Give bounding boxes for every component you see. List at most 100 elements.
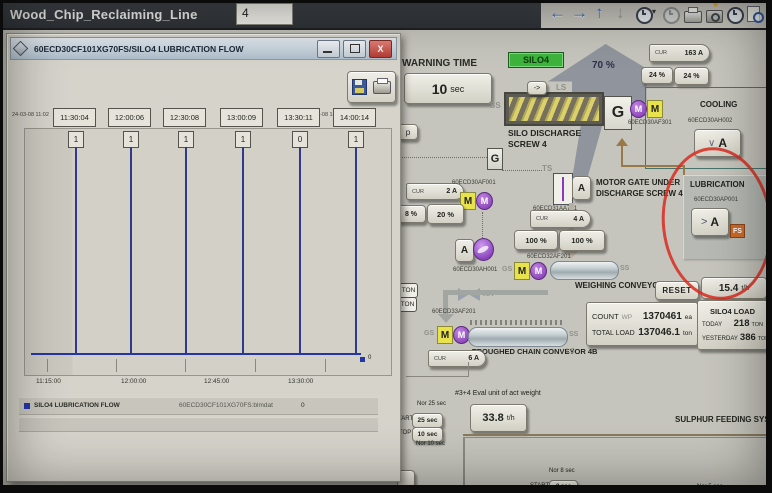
print-report-icon[interactable] xyxy=(373,81,391,94)
dotted-link-left xyxy=(402,157,487,158)
axis-label-3: 12:45:00 xyxy=(204,378,229,385)
pipe-brown-h xyxy=(621,165,684,167)
ts-label: TS xyxy=(542,165,552,174)
trend-window: 60ECD30CF101XG70FS/SILO4 LUBRICATION FLO… xyxy=(6,33,401,482)
trough-link-h xyxy=(406,376,469,377)
nav-back-button[interactable]: ← xyxy=(549,4,566,23)
screw-conveyor-graphic xyxy=(504,92,604,126)
bottom-start-label: START xyxy=(530,483,549,490)
screw-current-readout[interactable]: CUR 163 A xyxy=(649,44,710,62)
nav-forward-button[interactable]: → xyxy=(571,4,588,23)
axis-tick xyxy=(325,359,326,372)
bottom-nor-label: Nor 8 sec xyxy=(549,468,575,475)
cursor-time-4: 13:00:09 xyxy=(220,108,263,127)
maximize-icon xyxy=(350,44,360,53)
snapshot-icon[interactable] xyxy=(706,10,723,23)
screw-name-line1: SILO DISCHARGE xyxy=(508,129,581,138)
current-value-text: 0 xyxy=(368,355,371,362)
yesterday-row: YESTERDAY 386 TON xyxy=(702,332,763,343)
trend-cursor-2[interactable] xyxy=(130,147,132,355)
bottom-start-button[interactable]: 8 sec xyxy=(549,480,578,493)
weighing-pct-actual[interactable]: 100 % xyxy=(559,230,605,251)
dotted-link-down xyxy=(482,212,483,238)
trough-current-readout[interactable]: CUR 6 A xyxy=(428,350,486,367)
zoom-preview-icon[interactable] xyxy=(747,6,760,22)
weighing-current-readout[interactable]: CUR 4 A xyxy=(530,210,591,228)
trend-toolbar xyxy=(347,71,396,103)
cooling-title: COOLING xyxy=(700,101,737,110)
pipe-transfer-h xyxy=(448,290,548,295)
trend-cursor-1[interactable] xyxy=(75,147,77,355)
partial-up-button[interactable]: p xyxy=(398,124,418,140)
fan-icon[interactable] xyxy=(473,238,494,261)
trough-ss-label: SS xyxy=(569,331,578,339)
axis-tick xyxy=(255,359,256,372)
cursor-value-4: 1 xyxy=(235,131,251,148)
print-icon[interactable] xyxy=(684,11,702,23)
trend-left-stamp: 24-03-08 11:02 xyxy=(12,112,49,118)
axis-tick xyxy=(185,359,186,372)
screw-speed-actual[interactable]: 24 % xyxy=(674,67,709,85)
warning-time-button[interactable]: 10 sec xyxy=(404,73,492,104)
counter-panel: COUNT WP 1370461 ea TOTAL LOAD 137046.1 … xyxy=(586,302,698,346)
trend-window-titlebar[interactable]: 60ECD30CF101XG70FS/SILO4 LUBRICATION FLO… xyxy=(10,37,397,60)
trough-ls-label: LS xyxy=(566,348,575,356)
total-load-row: TOTAL LOAD 137046.1 ton xyxy=(592,327,692,338)
legend-row-empty xyxy=(19,417,378,432)
screw-speed-setpoint[interactable]: 24 % xyxy=(641,67,673,84)
legend-row[interactable]: SILO4 LUBRICATION FLOW 60ECD30CF101XG70F… xyxy=(19,397,378,415)
warning-time-label: WARNING TIME xyxy=(402,58,477,69)
weighing-pct-setpoint[interactable]: 100 % xyxy=(514,230,558,250)
trend-plot[interactable]: 1 1 1 1 0 1 0 xyxy=(24,128,392,376)
cursor-time-3: 12:30:08 xyxy=(163,108,206,127)
cursor-value-6: 1 xyxy=(348,131,364,148)
minimize-icon xyxy=(323,51,332,53)
time-range-icon[interactable] xyxy=(636,7,653,24)
minimize-button[interactable] xyxy=(317,40,340,58)
sulphur-system-label: SULPHUR FEEDING SYSTEM xyxy=(675,416,772,425)
page-number-field[interactable]: 4 xyxy=(236,3,293,25)
blower-auto-button[interactable]: A xyxy=(455,239,474,262)
sulphur-boundary-h xyxy=(463,434,769,438)
time-disabled-icon xyxy=(663,7,680,24)
blower-motor-m-icon[interactable]: M xyxy=(476,192,493,210)
axis-tick xyxy=(116,359,117,372)
axis-label-4: 13:30:00 xyxy=(288,378,313,385)
maximize-button[interactable] xyxy=(343,40,366,58)
screw-arrow-button[interactable]: -> xyxy=(527,81,547,95)
ton-tab-1[interactable]: TON xyxy=(399,283,418,298)
close-button[interactable]: X xyxy=(369,40,392,58)
eval-rate-readout[interactable]: 33.8 t/h xyxy=(470,404,527,432)
gate-valve-icon[interactable] xyxy=(553,173,573,205)
silo-load-title: SILO4 LOAD xyxy=(702,307,763,316)
snapshot-star-icon: ★ xyxy=(712,1,719,10)
today-row: TODAY 218 TON xyxy=(702,318,763,329)
scada-screen: Wood_Chip_Reclaiming_Line 4 ← → ↑ ↓ ▾ ★ … xyxy=(0,0,772,493)
trend-cursor-6[interactable] xyxy=(355,147,357,355)
nav-up-button[interactable]: ↑ xyxy=(595,4,604,23)
cursor-time-1: 11:30:04 xyxy=(53,108,96,127)
save-icon[interactable] xyxy=(352,79,367,95)
axis-label-1: 11:15:00 xyxy=(36,378,61,385)
screw-name-line2: SCREW 4 xyxy=(508,140,547,149)
trough-mode-icon[interactable]: M xyxy=(437,326,453,344)
blower-pct-actual[interactable]: 20 % xyxy=(427,204,464,224)
trend-cursor-3[interactable] xyxy=(185,147,187,355)
current-value-marker xyxy=(360,357,365,362)
clock-icon[interactable] xyxy=(727,7,744,24)
trend-cursor-4[interactable] xyxy=(242,147,244,355)
time-range-caret-icon[interactable]: ▾ xyxy=(652,8,656,17)
weighing-mode-icon[interactable]: M xyxy=(514,262,530,280)
cursor-time-5: 13:30:11 xyxy=(277,108,320,127)
count-row: COUNT WP 1370461 ea xyxy=(592,311,692,322)
timer-stop-button[interactable]: 10 sec xyxy=(412,427,443,442)
trend-cursor-5[interactable] xyxy=(299,147,301,355)
timer-start-button[interactable]: 25 sec xyxy=(412,413,443,428)
legend-value: 0 xyxy=(301,402,305,409)
close-icon: X xyxy=(377,44,383,54)
gate-auto-button[interactable]: A xyxy=(572,176,591,200)
eval-label: #3+4 Eval unit of act weight xyxy=(455,390,541,398)
cur-value: 163 A xyxy=(685,50,703,57)
trend-window-title: 60ECD30CF101XG70FS/SILO4 LUBRICATION FLO… xyxy=(34,44,244,54)
weighing-motor-m-icon[interactable]: M xyxy=(530,262,547,280)
